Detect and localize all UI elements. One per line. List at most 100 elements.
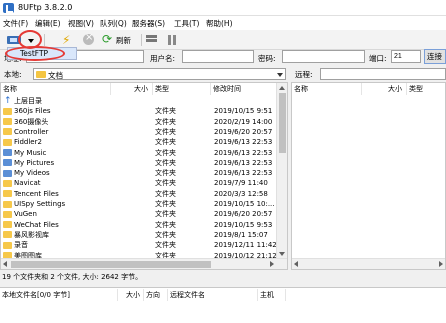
menu-view[interactable]: 视图(V) [68, 18, 94, 29]
folder-icon [36, 71, 46, 78]
table-row[interactable]: UISpy Settings 文件夹 2019/10/15 10:... [1, 199, 275, 210]
queue-col-size[interactable]: 大小 [118, 289, 144, 301]
file-modified: 2019/6/20 20:57 [214, 210, 273, 219]
file-modified: 2019/6/13 22:53 [214, 148, 273, 157]
scroll-right-icon[interactable] [270, 261, 274, 267]
chevron-down-icon[interactable] [277, 73, 283, 77]
connect-button[interactable]: 连接 [424, 49, 446, 64]
file-name: WeChat Files [14, 220, 59, 229]
table-row[interactable]: 360js Files 文件夹 2019/10/15 9:51 [1, 106, 275, 117]
table-row[interactable]: Tencent Files 文件夹 2020/3/3 12:58 [1, 189, 275, 200]
file-name: Tencent Files [14, 189, 59, 198]
folder-icon [3, 138, 12, 146]
port-input[interactable] [391, 50, 421, 63]
file-type: 文件夹 [155, 220, 176, 229]
table-row[interactable]: Fiddler2 文件夹 2019/6/13 22:53 [1, 137, 275, 148]
password-input[interactable] [282, 50, 365, 63]
col-size[interactable]: 大小 [362, 83, 407, 95]
refresh-label: 刷新 [116, 36, 131, 45]
file-modified: 2019/8/1 15:07 [214, 230, 268, 239]
folder-icon [3, 221, 12, 229]
file-name: 上层目录 [14, 97, 42, 105]
username-input[interactable] [182, 50, 254, 63]
table-row[interactable]: 暴风影视库 文件夹 2019/8/1 15:07 [1, 230, 275, 241]
table-row[interactable]: Controller 文件夹 2019/6/20 20:57 [1, 127, 275, 138]
col-size[interactable]: 大小 [111, 83, 153, 95]
menu-server[interactable]: 服务器(S) [132, 18, 165, 29]
file-name: Controller [14, 127, 49, 136]
folder-icon [3, 169, 12, 177]
table-row[interactable]: My Videos 文件夹 2019/6/13 22:53 [1, 168, 275, 179]
table-row[interactable]: My Music 文件夹 2019/6/13 22:53 [1, 148, 275, 159]
menu-edit[interactable]: 编辑(E) [35, 18, 61, 29]
queue-col-host[interactable]: 主机 [258, 289, 286, 301]
table-row[interactable]: 360摄像头 文件夹 2020/2/19 14:00 [1, 117, 275, 128]
transfer-queue: 本地文件名[0/0 字节] 大小 方向 远程文件名 主机 [0, 287, 446, 323]
horizontal-scrollbar[interactable] [292, 258, 445, 269]
file-modified: 2020/3/3 12:58 [214, 189, 268, 198]
scroll-thumb[interactable] [11, 261, 211, 268]
pause-icon[interactable] [166, 33, 178, 47]
table-row[interactable]: WeChat Files 文件夹 2019/10/15 9:53 [1, 220, 275, 231]
scroll-left-icon[interactable] [294, 261, 298, 267]
file-name: My Videos [14, 169, 50, 178]
file-type: 文件夹 [155, 148, 176, 157]
local-path-text: 文档 [48, 71, 63, 80]
status-text: 19 个文件夹和 2 个文件, 大小: 2642 字节。 [2, 273, 143, 281]
queue-col-direction[interactable]: 方向 [144, 289, 168, 301]
local-header-row: 名称 大小 类型 修改时间 [1, 83, 287, 95]
folder-icon [3, 107, 12, 115]
scroll-up-icon[interactable] [279, 86, 285, 90]
scroll-left-icon[interactable] [3, 261, 7, 267]
folder-icon [3, 179, 12, 187]
file-type: 文件夹 [155, 127, 176, 136]
file-modified: 2019/6/20 20:57 [214, 127, 273, 136]
menu-queue[interactable]: 队列(Q) [100, 18, 127, 29]
scroll-thumb[interactable] [279, 93, 286, 153]
local-path-select[interactable]: 文档 [33, 68, 286, 80]
remote-path-select[interactable] [320, 68, 446, 80]
password-label: 密码: [258, 54, 276, 63]
col-modified[interactable]: 修改时间 [211, 83, 277, 95]
col-type[interactable]: 类型 [153, 83, 211, 95]
folder-icon [3, 118, 12, 126]
vertical-scrollbar[interactable] [276, 83, 287, 259]
file-type: 文件夹 [155, 117, 176, 126]
file-name: 暴风影视库 [14, 230, 49, 239]
file-type: 文件夹 [155, 189, 176, 198]
file-modified: 2019/10/15 9:51 [214, 107, 273, 116]
remote-path-bar: 远程: [291, 67, 446, 81]
refresh-icon: ⟳ [102, 32, 113, 46]
folder-icon [3, 159, 12, 167]
queue-col-remote-file[interactable]: 远程文件名 [168, 289, 258, 301]
file-name: UISpy Settings [14, 200, 66, 208]
quick-connect-icon[interactable]: ⚡ [62, 33, 74, 47]
table-row[interactable]: My Pictures 文件夹 2019/6/13 22:53 [1, 158, 275, 169]
menu-file[interactable]: 文件(F) [3, 18, 28, 29]
folder-icon [3, 231, 12, 239]
horizontal-scrollbar[interactable] [1, 258, 287, 269]
menu-help[interactable]: 帮助(H) [206, 18, 233, 29]
table-row[interactable]: VuGen 文件夹 2019/6/20 20:57 [1, 209, 275, 220]
scroll-right-icon[interactable] [439, 261, 443, 267]
disconnect-icon[interactable] [82, 32, 94, 47]
scroll-down-icon[interactable] [279, 252, 285, 256]
user-label: 用户名: [150, 54, 176, 63]
col-name[interactable]: 名称 [292, 83, 362, 95]
queue-icon[interactable] [145, 33, 159, 47]
table-row[interactable]: Navicat 文件夹 2019/7/9 11:40 [1, 178, 275, 189]
table-row[interactable]: 录音 文件夹 2019/12/11 11:42 [1, 240, 276, 251]
col-type[interactable]: 类型 [407, 83, 445, 95]
file-modified: 2019/6/13 22:53 [214, 138, 273, 147]
remote-label: 远程: [295, 70, 313, 79]
toolbar-separator [141, 34, 142, 46]
file-type: 文件夹 [155, 169, 176, 178]
col-name[interactable]: 名称 [1, 83, 111, 95]
remote-file-list: 名称 大小 类型 [291, 82, 446, 270]
queue-col-local-file[interactable]: 本地文件名[0/0 字节] [0, 289, 118, 301]
menu-tools[interactable]: 工具(T) [174, 18, 199, 29]
file-type: 文件夹 [155, 200, 176, 208]
refresh-button[interactable]: ⟳ 刷新 [102, 33, 138, 47]
table-row[interactable]: 上层目录 [1, 96, 275, 107]
file-modified: 2019/12/11 11:42 [214, 241, 276, 250]
